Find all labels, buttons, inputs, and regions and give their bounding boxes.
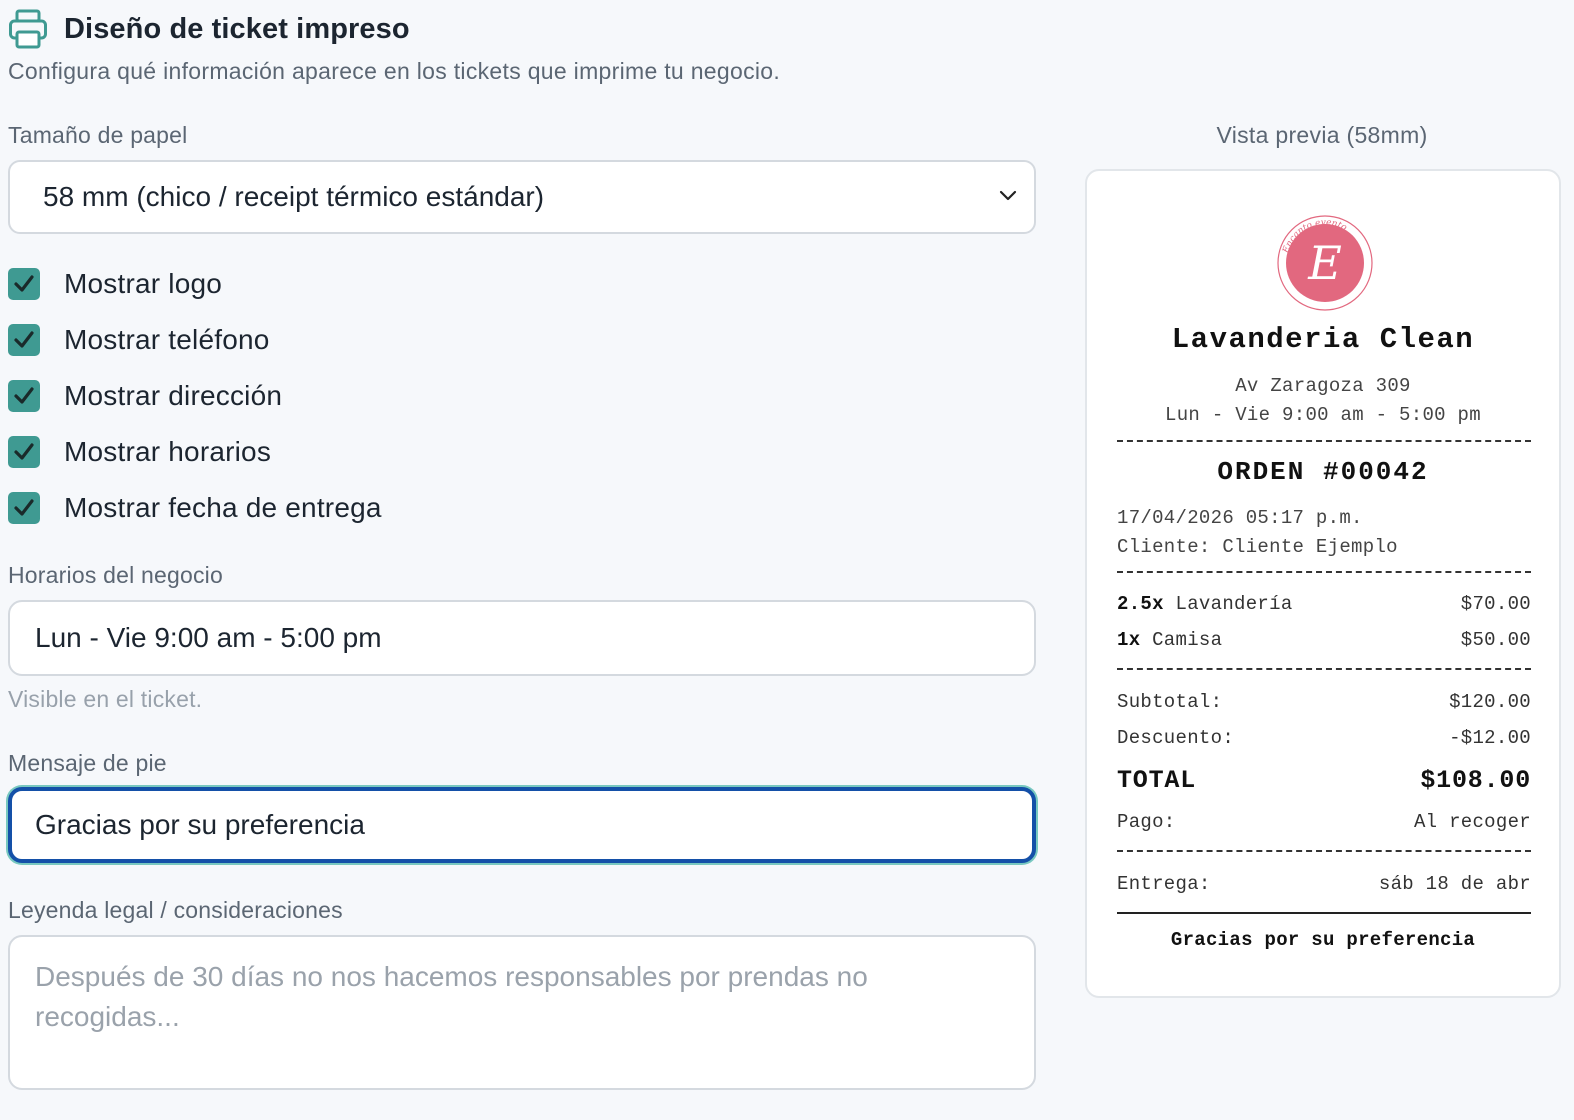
show-phone-checkbox[interactable] bbox=[8, 324, 40, 356]
total-row: TOTAL $108.00 bbox=[1117, 766, 1531, 795]
page-subtitle: Configura qué información aparece en los… bbox=[8, 58, 781, 84]
business-logo: Encanto evento E bbox=[1277, 215, 1373, 311]
business-name: Lavanderia Clean bbox=[1171, 323, 1475, 356]
ticket-preview: Encanto evento E Lavanderia Clean Av Zar… bbox=[1085, 169, 1561, 998]
business-hours-input[interactable]: Lun - Vie 9:00 am - 5:00 pm bbox=[8, 600, 1036, 676]
ticket-footer-message: Gracias por su preferencia bbox=[1170, 929, 1476, 951]
show-delivery-date-label: Mostrar fecha de entrega bbox=[64, 492, 382, 523]
option-show-hours[interactable]: Mostrar horarios bbox=[8, 436, 271, 468]
item-qty: 2.5x bbox=[1117, 593, 1164, 615]
business-hours-label: Horarios del negocio bbox=[8, 562, 223, 588]
divider bbox=[1117, 850, 1531, 852]
chevron-down-icon bbox=[999, 190, 1017, 201]
order-number: ORDEN #00042 bbox=[1217, 457, 1429, 487]
option-show-phone[interactable]: Mostrar teléfono bbox=[8, 324, 270, 356]
divider-solid bbox=[1117, 912, 1531, 914]
show-phone-label: Mostrar teléfono bbox=[64, 324, 270, 355]
subtotal-value: $120.00 bbox=[1449, 691, 1531, 713]
show-hours-label: Mostrar horarios bbox=[64, 436, 272, 467]
paper-size-select[interactable]: 58 mm (chico / receipt térmico estándar) bbox=[8, 160, 1036, 234]
paper-size-value: 58 mm (chico / receipt térmico estándar) bbox=[43, 181, 545, 212]
business-hours-preview: Lun - Vie 9:00 am - 5:00 pm bbox=[1165, 404, 1481, 426]
legal-notice-label: Leyenda legal / consideraciones bbox=[8, 897, 343, 923]
checkmark-icon bbox=[14, 331, 34, 348]
subtotal-row: Subtotal: $120.00 bbox=[1117, 691, 1531, 713]
divider bbox=[1117, 571, 1531, 573]
item-price: $50.00 bbox=[1460, 629, 1531, 651]
checkmark-icon bbox=[14, 443, 34, 460]
ticket-design-settings: Diseño de ticket impreso Configura qué i… bbox=[0, 0, 1574, 1120]
item-qty: 1x bbox=[1117, 629, 1141, 651]
footer-message-label: Mensaje de pie bbox=[8, 750, 167, 776]
total-value: $108.00 bbox=[1420, 766, 1531, 795]
subtotal-label: Subtotal: bbox=[1117, 691, 1223, 713]
discount-label: Descuento: bbox=[1117, 727, 1235, 749]
logo-letter: E bbox=[1307, 236, 1342, 290]
item-price: $70.00 bbox=[1460, 593, 1531, 615]
payment-row: Pago: Al recoger bbox=[1117, 811, 1531, 833]
paper-size-label: Tamaño de papel bbox=[8, 122, 188, 148]
show-hours-checkbox[interactable] bbox=[8, 436, 40, 468]
business-address: Av Zaragoza 309 bbox=[1235, 375, 1411, 397]
legal-notice-textarea[interactable]: Después de 30 días no nos hacemos respon… bbox=[8, 935, 1036, 1090]
delivery-value: sáb 18 de abr bbox=[1378, 873, 1531, 895]
ticket-item-row: 1x Camisa $50.00 bbox=[1117, 629, 1531, 651]
item-name: Camisa bbox=[1152, 629, 1223, 651]
payment-value: Al recoger bbox=[1413, 811, 1531, 833]
show-logo-label: Mostrar logo bbox=[64, 268, 223, 299]
discount-value: -$12.00 bbox=[1449, 727, 1531, 749]
item-name: Lavandería bbox=[1175, 593, 1293, 615]
show-address-checkbox[interactable] bbox=[8, 380, 40, 412]
total-label: TOTAL bbox=[1117, 766, 1197, 795]
delivery-label: Entrega: bbox=[1117, 873, 1211, 895]
checkmark-icon bbox=[14, 387, 34, 404]
ticket-item-row: 2.5x Lavandería $70.00 bbox=[1117, 593, 1531, 615]
checkmark-icon bbox=[14, 275, 34, 292]
footer-message-input[interactable]: Gracias por su preferencia bbox=[8, 787, 1036, 863]
delivery-row: Entrega: sáb 18 de abr bbox=[1117, 873, 1531, 895]
show-delivery-date-checkbox[interactable] bbox=[8, 492, 40, 524]
divider bbox=[1117, 440, 1531, 442]
customer-name: Cliente: Cliente Ejemplo bbox=[1117, 536, 1398, 558]
show-logo-checkbox[interactable] bbox=[8, 268, 40, 300]
option-show-delivery-date[interactable]: Mostrar fecha de entrega bbox=[8, 492, 382, 524]
order-datetime: 17/04/2026 05:17 p.m. bbox=[1117, 507, 1363, 529]
discount-row: Descuento: -$12.00 bbox=[1117, 727, 1531, 749]
section-header: Diseño de ticket impreso bbox=[8, 8, 410, 50]
option-show-address[interactable]: Mostrar dirección bbox=[8, 380, 282, 412]
page-title: Diseño de ticket impreso bbox=[64, 12, 410, 45]
business-hours-hint: Visible en el ticket. bbox=[8, 686, 203, 712]
divider bbox=[1117, 668, 1531, 670]
option-show-logo[interactable]: Mostrar logo bbox=[8, 268, 222, 300]
preview-title: Vista previa (58mm) bbox=[1216, 122, 1428, 148]
printer-icon bbox=[9, 9, 47, 49]
show-address-label: Mostrar dirección bbox=[64, 380, 283, 411]
checkmark-icon bbox=[14, 499, 34, 516]
payment-label: Pago: bbox=[1117, 811, 1176, 833]
